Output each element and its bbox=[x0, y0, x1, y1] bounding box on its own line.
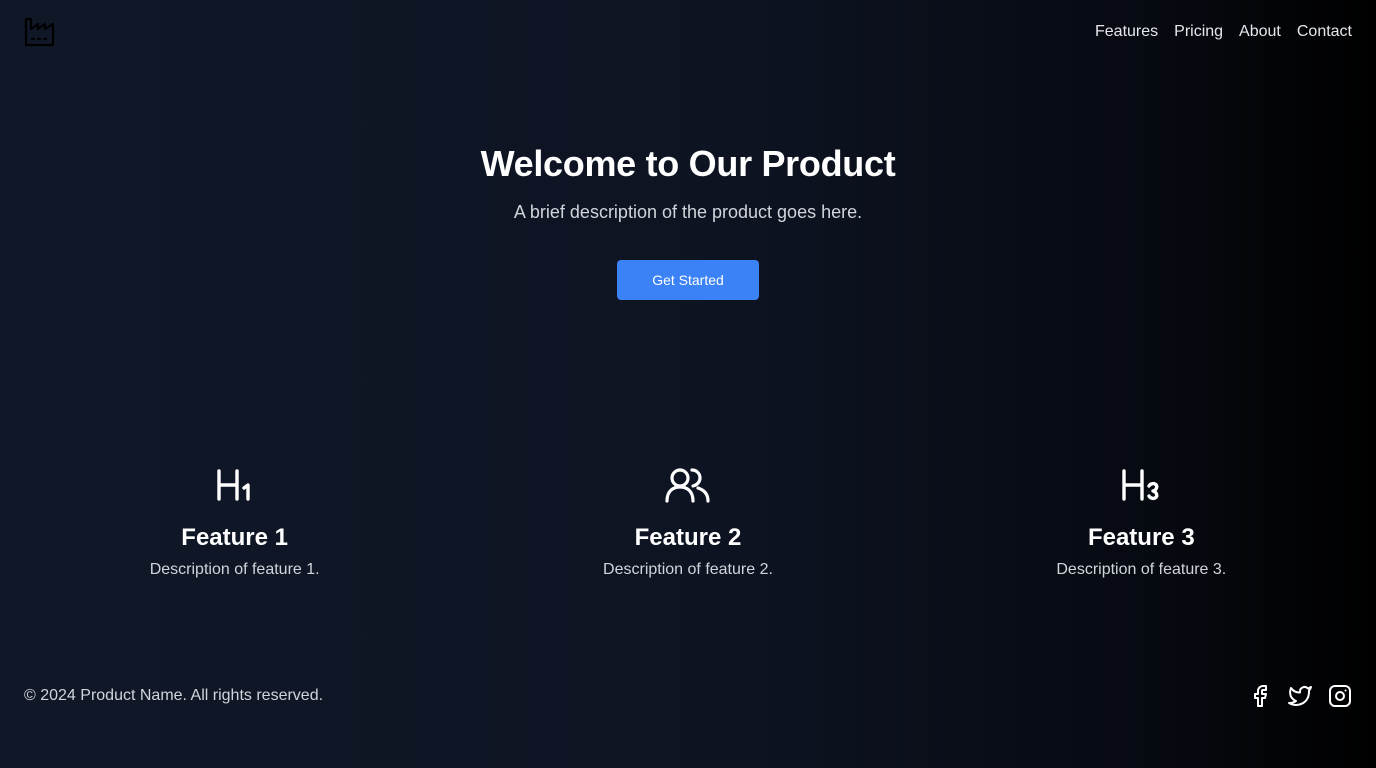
site-footer: © 2024 Product Name. All rights reserved… bbox=[0, 680, 1376, 712]
site-header: Features Pricing About Contact bbox=[0, 0, 1376, 64]
feature-card-3: Feature 3 Description of feature 3. bbox=[915, 466, 1368, 582]
hero-section: Welcome to Our Product A brief descripti… bbox=[0, 140, 1376, 224]
facebook-link[interactable] bbox=[1248, 684, 1272, 708]
feature-title: Feature 2 bbox=[634, 524, 742, 551]
users-icon bbox=[665, 468, 710, 503]
feature-description: Description of feature 1. bbox=[149, 561, 320, 578]
feature-title: Feature 3 bbox=[1087, 524, 1195, 551]
feature-description: Description of feature 3. bbox=[1056, 561, 1227, 578]
get-started-button[interactable]: Get Started bbox=[617, 260, 759, 300]
instagram-link[interactable] bbox=[1328, 684, 1352, 708]
twitter-icon bbox=[1288, 686, 1312, 706]
instagram-icon bbox=[1329, 685, 1351, 707]
features-section: Feature 1 Description of feature 1. Feat… bbox=[8, 466, 1368, 582]
facebook-icon bbox=[1254, 685, 1267, 707]
feature-title: Feature 1 bbox=[181, 524, 289, 551]
twitter-link[interactable] bbox=[1288, 684, 1312, 708]
feature-card-1: Feature 1 Description of feature 1. bbox=[8, 466, 461, 582]
main-nav: Features Pricing About Contact bbox=[1095, 22, 1352, 42]
social-links bbox=[1248, 684, 1352, 708]
nav-link-pricing[interactable]: Pricing bbox=[1174, 22, 1223, 42]
heading-3-icon bbox=[1122, 469, 1159, 501]
nav-link-features[interactable]: Features bbox=[1095, 22, 1158, 42]
copyright-text: © 2024 Product Name. All rights reserved… bbox=[24, 687, 324, 704]
feature-description: Description of feature 2. bbox=[603, 561, 773, 578]
nav-link-about[interactable]: About bbox=[1239, 22, 1281, 42]
heading-1-icon bbox=[216, 469, 250, 501]
feature-card-2: Feature 2 Description of feature 2. bbox=[461, 466, 914, 582]
hero-title: Welcome to Our Product bbox=[480, 143, 896, 184]
factory-icon bbox=[24, 17, 55, 47]
hero-subtitle: A brief description of the product goes … bbox=[513, 202, 863, 222]
logo[interactable] bbox=[24, 16, 56, 48]
nav-link-contact[interactable]: Contact bbox=[1297, 22, 1352, 42]
